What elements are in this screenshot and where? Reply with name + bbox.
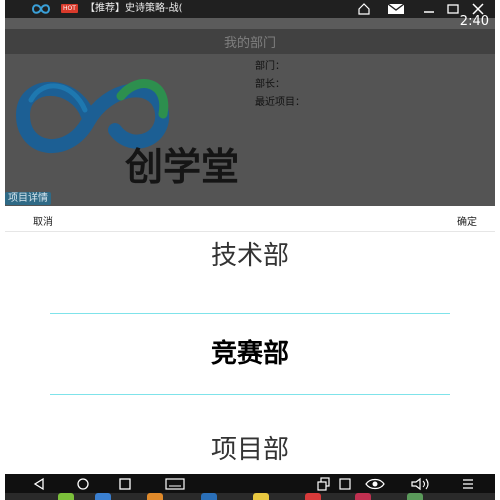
selection-line-bottom	[50, 394, 450, 395]
screen-rotate-icon[interactable]	[317, 477, 331, 491]
manager-label: 部长：	[255, 79, 285, 90]
brand-name: 创学堂	[125, 145, 239, 189]
infinity-logo-icon: 创学堂	[15, 79, 239, 189]
app-frame: HOT 【推荐】史诗策略-战( 2:40 我的部门 创学堂 部门： 部长： 最近…	[0, 0, 500, 500]
app-logo-icon	[31, 4, 51, 14]
multi-window-icon[interactable]	[338, 477, 352, 491]
page-title: 我的部门	[223, 36, 276, 51]
music-app-icon[interactable]	[355, 493, 371, 500]
recent-project-label: 最近项目：	[255, 97, 305, 108]
time-bar: 2:40	[5, 14, 495, 29]
brand-logo: 创学堂	[13, 60, 248, 195]
volume-icon[interactable]	[410, 477, 432, 491]
notification-text[interactable]: 【推荐】史诗策略-战(	[85, 2, 195, 16]
eye-icon[interactable]	[365, 477, 385, 491]
tools-app-icon[interactable]	[407, 493, 423, 500]
department-content: 创学堂 部门： 部长： 最近项目： 项目详情	[5, 54, 495, 206]
right-edge	[495, 0, 500, 500]
keyboard-icon[interactable]	[165, 477, 185, 491]
menu-icon[interactable]	[461, 477, 475, 491]
picker-option-project[interactable]: 项目部	[5, 433, 495, 467]
navigation-bar	[5, 474, 495, 493]
recents-icon[interactable]	[118, 477, 132, 491]
desktop-taskbar	[5, 493, 495, 500]
department-label: 部门：	[255, 61, 285, 72]
department-info: 部门： 部长： 最近项目：	[255, 58, 305, 112]
picker-option-competition[interactable]: 竞赛部	[5, 337, 495, 371]
chat-app-icon[interactable]	[58, 493, 74, 500]
picker-toolbar: 取消 确定	[5, 206, 495, 232]
picker-option-tech[interactable]: 技术部	[5, 239, 495, 273]
folder-app-icon[interactable]	[147, 493, 163, 500]
browser-app-icon[interactable]	[95, 493, 111, 500]
home-circle-icon[interactable]	[76, 477, 90, 491]
qq-app-icon[interactable]	[253, 493, 269, 500]
cancel-button[interactable]: 取消	[33, 213, 53, 228]
department-picker: 取消 确定 技术部 竞赛部 项目部	[5, 206, 495, 474]
editor-app-icon[interactable]	[201, 493, 217, 500]
confirm-button[interactable]: 确定	[457, 213, 477, 228]
media-app-icon[interactable]	[305, 493, 321, 500]
project-detail-button[interactable]: 项目详情	[5, 192, 51, 205]
hot-badge: HOT	[61, 4, 78, 13]
home-icon[interactable]	[357, 3, 371, 15]
picker-wheel[interactable]: 技术部 竞赛部 项目部	[5, 233, 495, 474]
back-icon[interactable]	[32, 477, 46, 491]
selection-line-top	[50, 313, 450, 314]
status-bar: HOT 【推荐】史诗策略-战(	[5, 0, 495, 18]
mail-icon[interactable]	[387, 3, 405, 15]
maximize-icon[interactable]	[446, 3, 460, 15]
app-header: 我的部门	[5, 29, 495, 54]
minimize-icon[interactable]	[422, 3, 436, 15]
clock: 2:40	[459, 14, 489, 29]
